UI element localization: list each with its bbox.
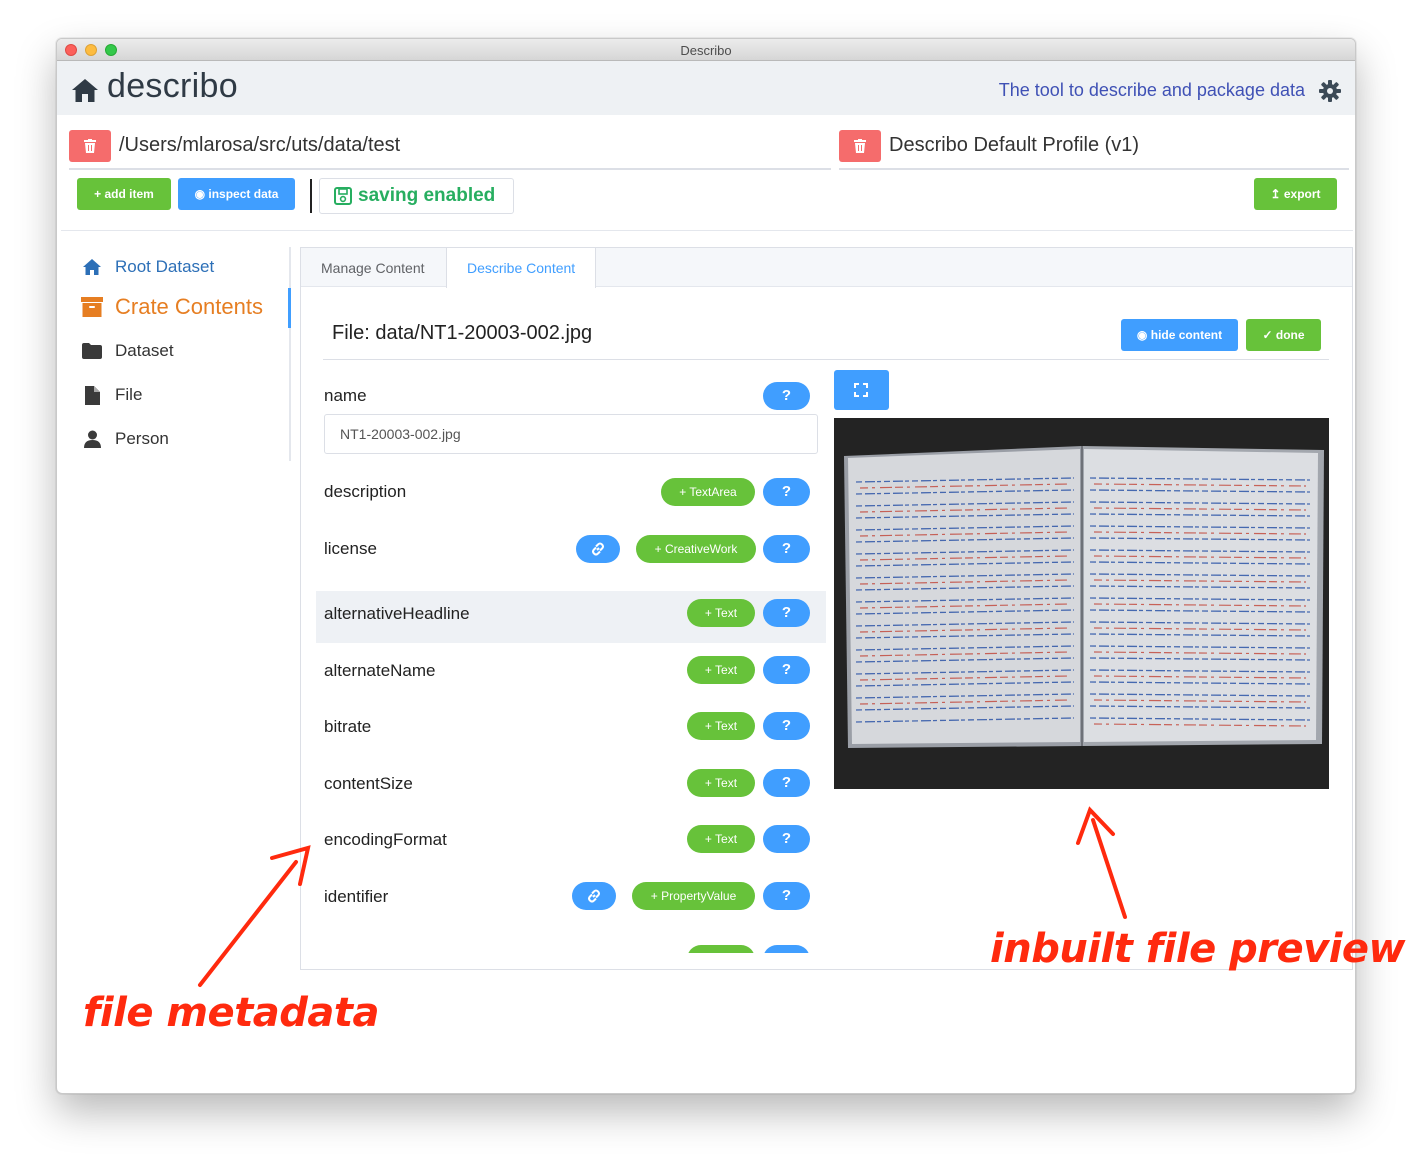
arrow-right-icon: [1076, 806, 1127, 919]
annotation-file-metadata: file metadata: [83, 990, 380, 1036]
arrow-left-icon: [198, 845, 311, 987]
annotation-inbuilt-file-preview: inbuilt file preview: [990, 926, 1406, 972]
